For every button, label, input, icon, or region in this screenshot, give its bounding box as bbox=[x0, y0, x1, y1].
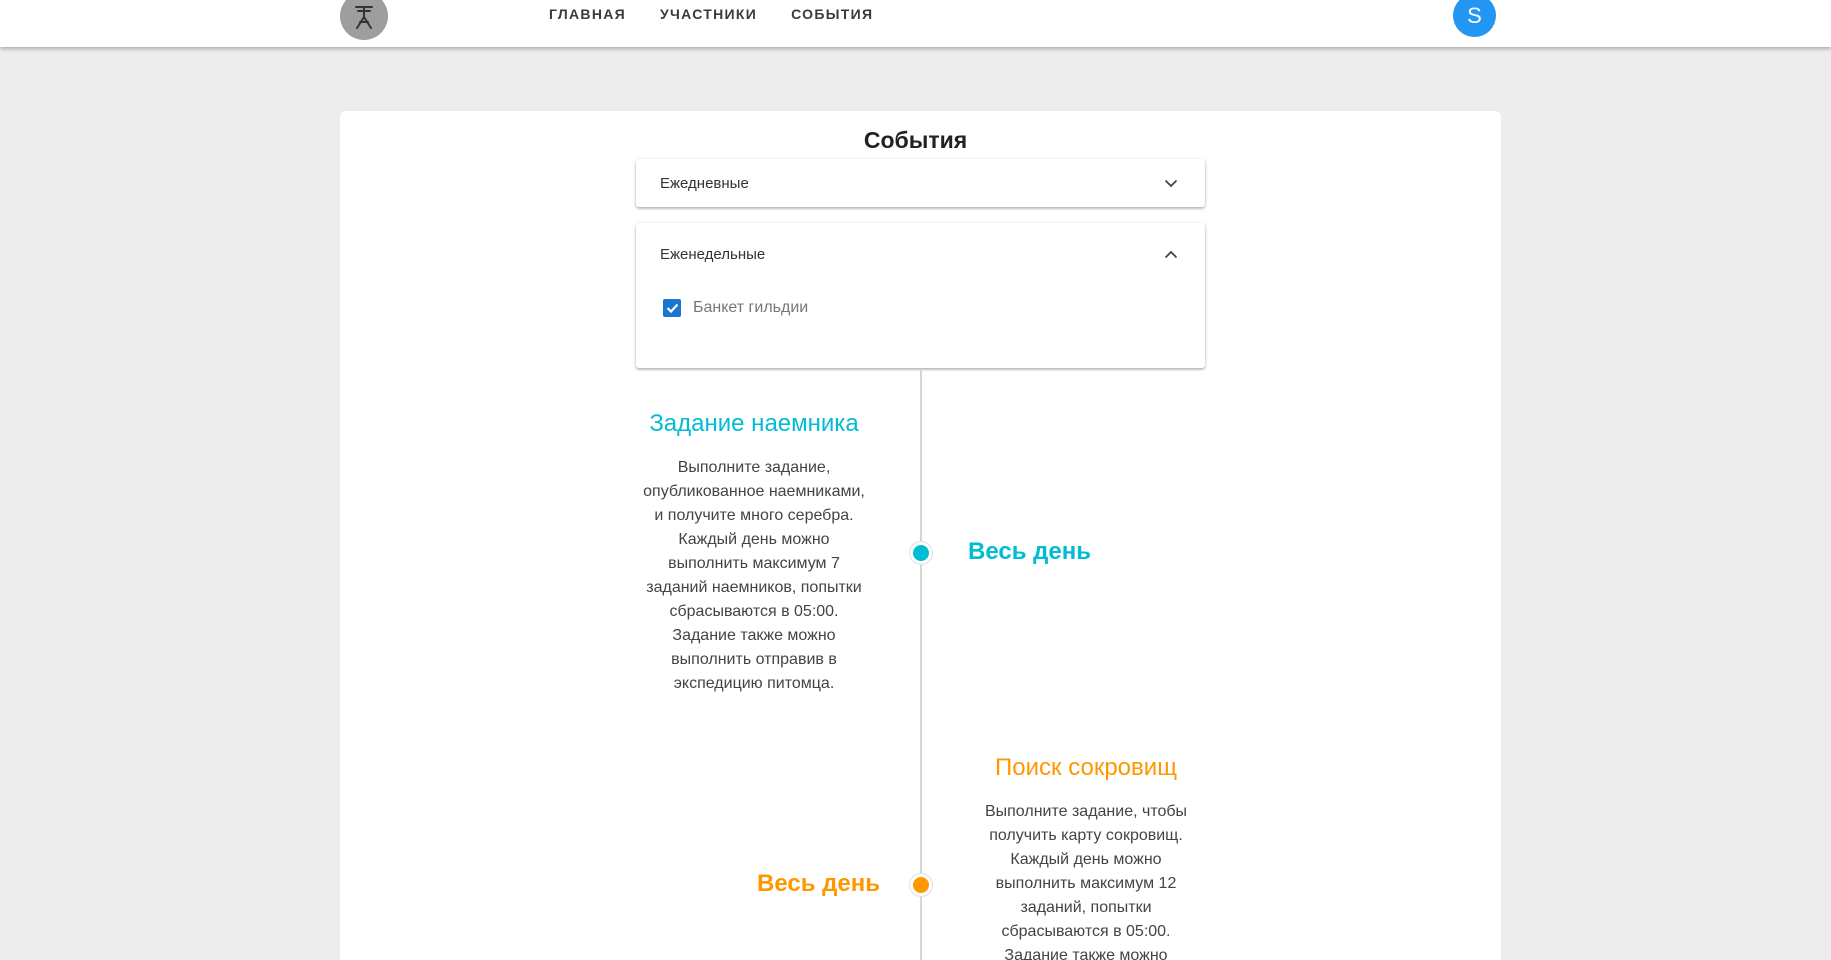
description-line: Задание также можно bbox=[1004, 947, 1168, 960]
event-description-treasure: Выполните задание, чтобы получить карту … bbox=[956, 800, 1216, 960]
timeline-dot-mercenary bbox=[910, 542, 932, 564]
event-description-mercenary: Выполните задание, опубликованное наемни… bbox=[624, 456, 884, 696]
description-line: сбрасываются в 05:00. bbox=[1001, 923, 1171, 940]
timeline-line bbox=[920, 370, 922, 960]
panel-daily-header[interactable]: Ежедневные bbox=[636, 159, 1205, 207]
checkmark-icon bbox=[666, 303, 678, 313]
description-line: Задание также можно bbox=[672, 627, 836, 644]
panel-daily-label: Ежедневные bbox=[660, 174, 749, 192]
main-nav: ГЛАВНАЯ УЧАСТНИКИ СОБЫТИЯ bbox=[549, 6, 873, 22]
event-time-mercenary: Весь день bbox=[968, 538, 1091, 565]
description-line: Выполните задание, чтобы bbox=[984, 803, 1188, 820]
description-line: опубликованное наемниками, bbox=[643, 483, 865, 500]
chevron-down-icon[interactable] bbox=[1161, 173, 1181, 193]
description-line: выполнить максимум 12 bbox=[995, 875, 1177, 892]
description-line: сбрасываются в 05:00. bbox=[669, 603, 839, 620]
guild-banquet-checkbox-row[interactable]: Банкет гильдии bbox=[663, 299, 1205, 317]
description-line: заданий, попытки bbox=[1020, 899, 1152, 916]
panel-daily: Ежедневные bbox=[636, 159, 1205, 207]
nav-item-home[interactable]: ГЛАВНАЯ bbox=[549, 6, 626, 22]
page-title: События bbox=[863, 127, 968, 153]
nav-item-events[interactable]: СОБЫТИЯ bbox=[791, 6, 873, 22]
description-line: выполнить максимум 7 bbox=[668, 555, 840, 572]
timeline-dot-treasure bbox=[910, 874, 932, 896]
description-line: Выполните задание, bbox=[677, 459, 831, 476]
app-logo[interactable] bbox=[340, 0, 388, 40]
description-line: Каждый день можно bbox=[1010, 851, 1162, 868]
panel-weekly-header[interactable]: Еженедельные bbox=[636, 223, 1205, 285]
description-line: выполнить отправив в bbox=[671, 651, 837, 668]
description-line: экспедицию питомца. bbox=[673, 675, 835, 692]
nav-item-members[interactable]: УЧАСТНИКИ bbox=[660, 6, 757, 22]
chevron-up-icon[interactable] bbox=[1161, 244, 1181, 264]
guild-banquet-label: Банкет гильдии bbox=[693, 299, 809, 316]
panel-weekly-label: Еженедельные bbox=[660, 245, 766, 263]
description-line: Каждый день можно bbox=[678, 531, 830, 548]
guild-banquet-checkbox[interactable] bbox=[663, 299, 681, 317]
description-line: и получите много серебра. bbox=[654, 507, 854, 524]
description-line: получить карту сокровищ. bbox=[989, 827, 1183, 844]
description-line: заданий наемников, попытки bbox=[646, 579, 862, 596]
panel-weekly: Еженедельные Банкет гильдии bbox=[636, 223, 1205, 368]
event-title-mercenary: Задание наемника bbox=[649, 410, 859, 437]
top-app-bar: ГЛАВНАЯ УЧАСТНИКИ СОБЫТИЯ S bbox=[0, 0, 1831, 47]
user-avatar[interactable]: S bbox=[1453, 0, 1496, 37]
event-time-treasure: Весь день bbox=[757, 870, 880, 897]
event-title-treasure: Поиск сокровищ bbox=[995, 754, 1177, 781]
tower-logo-icon bbox=[355, 6, 373, 29]
